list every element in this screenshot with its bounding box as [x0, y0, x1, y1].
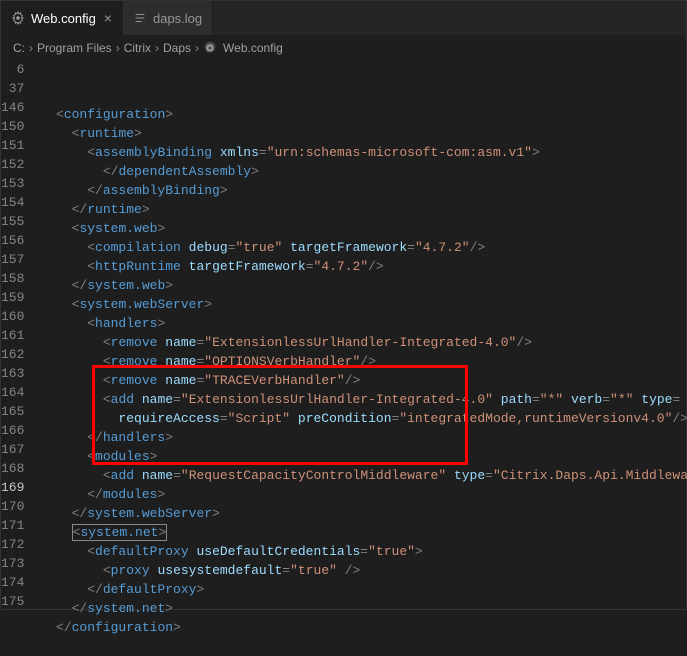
- code-line[interactable]: </modules>: [36, 485, 687, 504]
- code-line[interactable]: </system.net>: [36, 599, 687, 618]
- code-line[interactable]: <handlers>: [36, 314, 687, 333]
- breadcrumb-part[interactable]: Daps: [163, 41, 191, 55]
- line-number: 173: [1, 554, 24, 573]
- lines-icon: [133, 11, 147, 25]
- line-number: 171: [1, 516, 24, 535]
- close-icon[interactable]: ×: [104, 10, 112, 26]
- line-number: 158: [1, 269, 24, 288]
- code-line[interactable]: <httpRuntime targetFramework="4.7.2"/>: [36, 257, 687, 276]
- breadcrumb-part[interactable]: C:: [13, 41, 25, 55]
- line-number: 151: [1, 136, 24, 155]
- tab-label: Web.config: [31, 11, 96, 26]
- code-line[interactable]: </system.web>: [36, 276, 687, 295]
- line-number: 150: [1, 117, 24, 136]
- line-number: 163: [1, 364, 24, 383]
- code-line[interactable]: <remove name="ExtensionlessUrlHandler-In…: [36, 333, 687, 352]
- code-area[interactable]: <configuration> <runtime> <assemblyBindi…: [36, 60, 687, 603]
- line-number: 155: [1, 212, 24, 231]
- chevron-right-icon: ›: [29, 41, 33, 55]
- code-line[interactable]: <remove name="OPTIONSVerbHandler"/>: [36, 352, 687, 371]
- code-line[interactable]: <proxy usesystemdefault="true" />: [36, 561, 687, 580]
- code-line[interactable]: <system.webServer>: [36, 295, 687, 314]
- code-line[interactable]: <configuration>: [36, 105, 687, 124]
- line-number: 37: [1, 79, 24, 98]
- tab-web-config[interactable]: Web.config ×: [1, 1, 123, 35]
- code-line[interactable]: <remove name="TRACEVerbHandler"/>: [36, 371, 687, 390]
- code-line[interactable]: </configuration>: [36, 618, 687, 637]
- code-line[interactable]: <modules>: [36, 447, 687, 466]
- breadcrumb[interactable]: C: › Program Files › Citrix › Daps › Web…: [1, 36, 686, 60]
- chevron-right-icon: ›: [155, 41, 159, 55]
- line-number: 174: [1, 573, 24, 592]
- chevron-right-icon: ›: [195, 41, 199, 55]
- chevron-right-icon: ›: [116, 41, 120, 55]
- breadcrumb-part[interactable]: Web.config: [223, 41, 283, 55]
- code-line[interactable]: <system.web>: [36, 219, 687, 238]
- line-number: 146: [1, 98, 24, 117]
- line-number: 175: [1, 592, 24, 611]
- code-editor[interactable]: 6371461501511521531541551561571581591601…: [1, 60, 686, 603]
- tab-daps-log[interactable]: daps.log: [123, 1, 213, 35]
- line-number: 152: [1, 155, 24, 174]
- line-number: 169: [1, 478, 24, 497]
- line-number: 170: [1, 497, 24, 516]
- code-line[interactable]: <defaultProxy useDefaultCredentials="tru…: [36, 542, 687, 561]
- line-number-gutter: 6371461501511521531541551561571581591601…: [1, 60, 36, 603]
- line-number: 172: [1, 535, 24, 554]
- line-number: 154: [1, 193, 24, 212]
- code-line[interactable]: </handlers>: [36, 428, 687, 447]
- code-line[interactable]: </assemblyBinding>: [36, 181, 687, 200]
- line-number: 164: [1, 383, 24, 402]
- line-number: 167: [1, 440, 24, 459]
- code-line[interactable]: <runtime>: [36, 124, 687, 143]
- code-line[interactable]: <add name="RequestCapacityControlMiddlew…: [36, 466, 687, 485]
- code-line[interactable]: </system.webServer>: [36, 504, 687, 523]
- code-line[interactable]: requireAccess="Script" preCondition="int…: [36, 409, 687, 428]
- code-line[interactable]: [36, 637, 687, 656]
- code-line[interactable]: </runtime>: [36, 200, 687, 219]
- code-line[interactable]: <system.net>: [36, 523, 687, 542]
- line-number: 162: [1, 345, 24, 364]
- line-number: 159: [1, 288, 24, 307]
- code-line[interactable]: </defaultProxy>: [36, 580, 687, 599]
- line-number: 157: [1, 250, 24, 269]
- line-number: 168: [1, 459, 24, 478]
- breadcrumb-part[interactable]: Citrix: [124, 41, 151, 55]
- line-number: 165: [1, 402, 24, 421]
- line-number: 6: [1, 60, 24, 79]
- breadcrumb-part[interactable]: Program Files: [37, 41, 112, 55]
- tab-label: daps.log: [153, 11, 202, 26]
- code-line[interactable]: <assemblyBinding xmlns="urn:schemas-micr…: [36, 143, 687, 162]
- line-number: 156: [1, 231, 24, 250]
- line-number: 161: [1, 326, 24, 345]
- code-line[interactable]: </dependentAssembly>: [36, 162, 687, 181]
- gear-icon: [11, 11, 25, 25]
- tab-bar: Web.config × daps.log: [1, 1, 686, 36]
- code-line[interactable]: <add name="ExtensionlessUrlHandler-Integ…: [36, 390, 687, 409]
- line-number: 160: [1, 307, 24, 326]
- line-number: 153: [1, 174, 24, 193]
- gear-icon: [203, 41, 217, 55]
- line-number: 166: [1, 421, 24, 440]
- code-line[interactable]: <compilation debug="true" targetFramewor…: [36, 238, 687, 257]
